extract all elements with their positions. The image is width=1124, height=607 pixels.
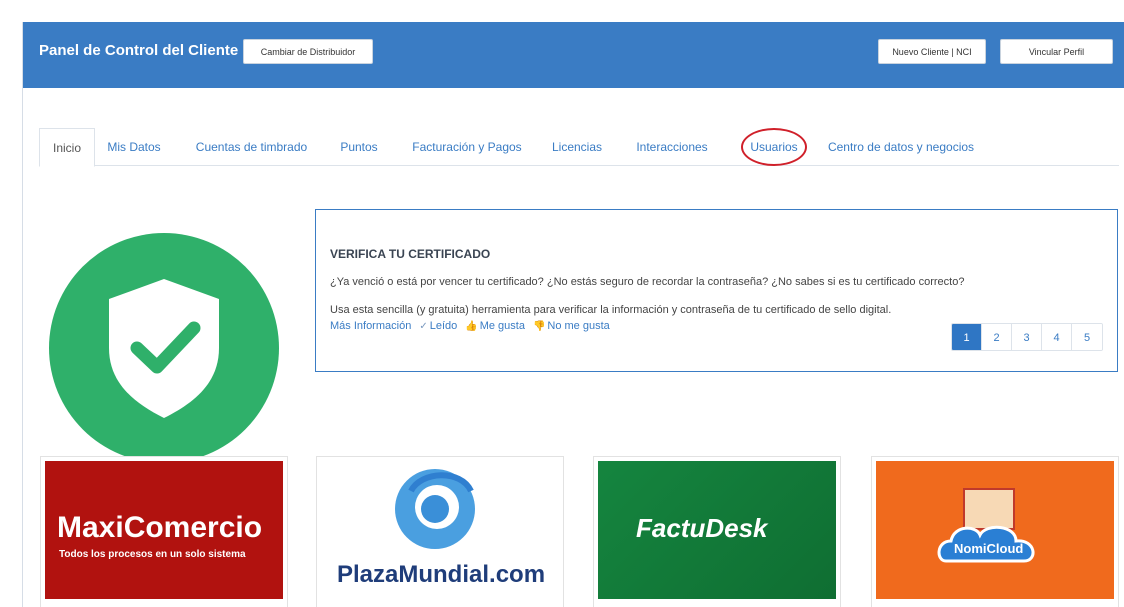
link-profile-button[interactable]: Vincular Perfil: [1000, 39, 1113, 64]
thumbs-up-icon: 👍: [465, 321, 478, 332]
page-5-button[interactable]: 5: [1072, 324, 1102, 350]
certificate-notice: VERIFICA TU CERTIFICADO ¿Ya venció o est…: [315, 209, 1118, 372]
tab-facturacion-y-pagos[interactable]: Facturación y Pagos: [402, 128, 532, 166]
tab-licencias[interactable]: Licencias: [545, 128, 609, 166]
like-label: Me gusta: [479, 320, 525, 332]
main-tabs: Inicio Mis Datos Cuentas de timbrado Pun…: [39, 128, 1119, 167]
notice-description: Usa esta sencilla (y gratuita) herramien…: [330, 304, 892, 316]
page-1-button[interactable]: 1: [952, 324, 982, 350]
product-card-plazamundial[interactable]: PlazaMundial.com: [316, 456, 564, 607]
client-panel: Panel de Control del Cliente Cambiar de …: [22, 22, 1124, 607]
tab-interacciones[interactable]: Interacciones: [627, 128, 717, 166]
page-3-button[interactable]: 3: [1012, 324, 1042, 350]
tab-cuentas-de-timbrado[interactable]: Cuentas de timbrado: [189, 128, 314, 166]
nomicloud-cloud-icon: [937, 488, 1035, 563]
notice-actions: Más Información ✓ Leído 👍 Me gusta 👎 No me …: [330, 320, 610, 332]
dislike-label: No me gusta: [547, 320, 610, 332]
tab-mis-datos[interactable]: Mis Datos: [101, 128, 167, 166]
tab-inicio[interactable]: Inicio: [39, 128, 95, 167]
more-info-link[interactable]: Más Información: [330, 320, 411, 332]
notice-title: VERIFICA TU CERTIFICADO: [330, 247, 491, 261]
panel-header: Panel de Control del Cliente Cambiar de …: [23, 22, 1124, 88]
tab-usuarios[interactable]: Usuarios: [745, 128, 803, 166]
tab-puntos[interactable]: Puntos: [333, 128, 385, 166]
maxicomercio-banner: MaxiComercio Todos los procesos en un so…: [45, 461, 283, 599]
shield-check-icon: [109, 279, 219, 418]
page-4-button[interactable]: 4: [1042, 324, 1072, 350]
check-icon: ✓: [419, 321, 428, 332]
factudesk-banner: FactuDesk: [598, 461, 836, 599]
maxicomercio-logo: MaxiComercio: [57, 511, 263, 544]
like-link[interactable]: 👍 Me gusta: [465, 320, 525, 332]
read-link[interactable]: ✓ Leído: [419, 320, 457, 332]
dislike-link[interactable]: 👎 No me gusta: [533, 320, 610, 332]
nomicloud-logo: NomiCloud: [954, 541, 1024, 556]
product-card-maxicomercio[interactable]: MaxiComercio Todos los procesos en un so…: [40, 456, 288, 607]
notice-question: ¿Ya venció o está por vencer tu certific…: [330, 276, 965, 288]
plazamundial-logo: PlazaMundial.com: [337, 561, 546, 588]
plazamundial-banner: PlazaMundial.com: [321, 461, 559, 599]
read-label: Leído: [429, 320, 458, 332]
panel-title: Panel de Control del Cliente: [39, 42, 239, 59]
product-card-factudesk[interactable]: FactuDesk: [593, 456, 841, 607]
change-distributor-button[interactable]: Cambiar de Distribuidor: [243, 39, 373, 64]
maxicomercio-tagline: Todos los procesos en un solo sistema: [59, 549, 246, 560]
shield-check-badge: [49, 233, 279, 463]
notice-pagination: 1 2 3 4 5: [951, 323, 1103, 351]
nomicloud-banner: NomiCloud: [876, 461, 1114, 599]
new-client-button[interactable]: Nuevo Cliente | NCI: [878, 39, 986, 64]
product-card-nomicloud[interactable]: NomiCloud: [871, 456, 1119, 607]
page-2-button[interactable]: 2: [982, 324, 1012, 350]
tab-centro-de-datos[interactable]: Centro de datos y negocios: [821, 128, 981, 166]
thumbs-down-icon: 👎: [532, 321, 546, 332]
factudesk-logo: FactuDesk: [636, 513, 768, 543]
